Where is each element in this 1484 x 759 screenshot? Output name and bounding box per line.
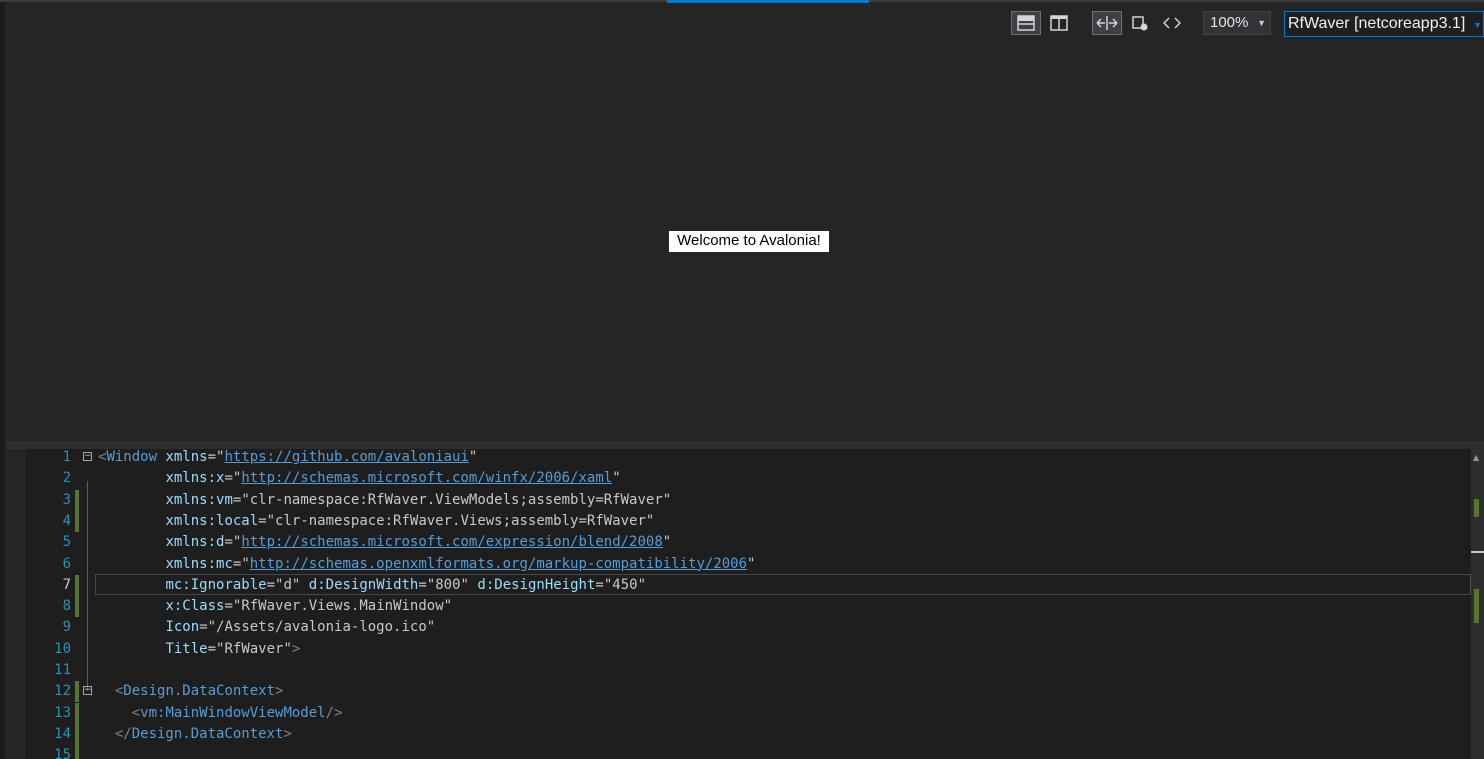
selection-button[interactable] bbox=[1125, 11, 1155, 35]
scroll-up-icon[interactable]: ▲ bbox=[1473, 453, 1479, 462]
line-number: 1 bbox=[62, 449, 71, 465]
code-text: Title="RfWaver"> bbox=[165, 640, 301, 657]
line-number: 8 bbox=[62, 598, 71, 615]
code-text: xmlns:d="http://schemas.microsoft.com/ex… bbox=[165, 534, 672, 551]
code-view-button[interactable] bbox=[1157, 11, 1187, 35]
designer-toolbar: 100% ▼ RfWaver [netcoreapp3.1] ▼ bbox=[0, 2, 1484, 42]
split-horizontal-icon bbox=[1017, 15, 1035, 31]
code-text: </Design.DataContext> bbox=[114, 725, 292, 742]
code-line[interactable]: 3 xmlns:vm="clr-namespace:RfWaver.ViewMo… bbox=[26, 489, 1471, 511]
code-editor[interactable]: 1− <Window xmlns="https://github.com/aval… bbox=[5, 449, 1484, 759]
collapse-icon[interactable]: − bbox=[83, 686, 92, 696]
project-dropdown[interactable]: RfWaver [netcoreapp3.1] ▼ bbox=[1284, 11, 1484, 37]
code-line[interactable]: 10 Title="RfWaver"> bbox=[26, 639, 1471, 660]
code-line[interactable]: 13 <vm:MainWindowViewModel/> bbox=[26, 702, 1471, 724]
code-text: xmlns:x="http://schemas.microsoft.com/wi… bbox=[165, 470, 621, 487]
code-line[interactable]: 11 bbox=[26, 660, 1471, 681]
line-number: 6 bbox=[62, 555, 71, 572]
line-number: 2 bbox=[62, 470, 71, 487]
change-marker bbox=[1474, 499, 1479, 517]
split-vertical-button[interactable] bbox=[1044, 11, 1074, 35]
split-vertical-icon bbox=[1050, 15, 1068, 31]
line-number: 3 bbox=[62, 491, 71, 508]
chevron-down-icon: ▼ bbox=[1257, 18, 1266, 28]
change-marker bbox=[75, 745, 79, 759]
code-text: x:Class="RfWaver.Views.MainWindow" bbox=[165, 598, 453, 615]
code-text: mc:Ignorable="d" d:DesignWidth="800" d:D… bbox=[165, 576, 647, 593]
change-marker bbox=[75, 596, 79, 618]
line-number: 10 bbox=[54, 640, 71, 657]
line-number: 9 bbox=[62, 619, 71, 636]
change-marker bbox=[75, 702, 79, 724]
swap-panes-button[interactable] bbox=[1092, 11, 1122, 35]
zoom-value: 100% bbox=[1210, 14, 1249, 31]
code-line[interactable]: 1 − <Window xmlns="https://github.com/aval… bbox=[26, 449, 1471, 468]
code-line[interactable]: 7 mc:Ignorable="d" d:DesignWidth="800" d… bbox=[26, 574, 1471, 596]
vertical-scrollbar[interactable]: ▲ bbox=[1471, 449, 1484, 759]
change-marker bbox=[75, 681, 79, 703]
code-text: xmlns:local="clr-namespace:RfWaver.Views… bbox=[165, 512, 655, 529]
change-marker bbox=[1474, 589, 1479, 623]
code-line[interactable]: 4 xmlns:local="clr-namespace:RfWaver.Vie… bbox=[26, 510, 1471, 532]
caret-marker bbox=[1471, 551, 1484, 553]
code-line[interactable]: 6 xmlns:mc="http://schemas.openxmlformat… bbox=[26, 554, 1471, 575]
code-line[interactable]: 2 xmlns:x="http://schemas.microsoft.com/… bbox=[26, 468, 1471, 489]
code-line[interactable]: 9 Icon="/Assets/avalonia-logo.ico" bbox=[26, 617, 1471, 638]
split-horizontal-button[interactable] bbox=[1011, 11, 1041, 35]
code-text: xmlns:vm="clr-namespace:RfWaver.ViewMode… bbox=[165, 491, 672, 508]
pane-splitter[interactable] bbox=[5, 441, 1484, 449]
code-line[interactable]: 8 x:Class="RfWaver.Views.MainWindow" bbox=[26, 596, 1471, 618]
code-line[interactable]: 5 xmlns:d="http://schemas.microsoft.com/… bbox=[26, 532, 1471, 553]
line-number: 14 bbox=[54, 725, 71, 742]
change-marker bbox=[75, 489, 79, 511]
code-text: Icon="/Assets/avalonia-logo.ico" bbox=[165, 619, 436, 636]
code-text: <Design.DataContext> bbox=[114, 683, 284, 700]
change-marker bbox=[75, 510, 79, 532]
code-line[interactable]: 12 − <Design.DataContext> bbox=[26, 681, 1471, 703]
line-number: 7 bbox=[62, 576, 71, 593]
code-line[interactable]: 15 bbox=[26, 745, 1471, 759]
line-number: 11 bbox=[54, 662, 71, 678]
line-number: 15 bbox=[54, 747, 71, 759]
zoom-dropdown[interactable]: 100% ▼ bbox=[1203, 11, 1271, 35]
selection-icon bbox=[1132, 16, 1148, 31]
project-value: RfWaver [netcoreapp3.1] bbox=[1288, 15, 1466, 32]
line-number: 13 bbox=[54, 704, 71, 721]
code-text: xmlns:mc="http://schemas.openxmlformats.… bbox=[165, 555, 756, 572]
line-number: 12 bbox=[54, 683, 71, 700]
collapse-icon[interactable]: − bbox=[83, 452, 92, 461]
code-text: <Window xmlns="https://github.com/avalon… bbox=[98, 449, 478, 465]
line-number: 4 bbox=[62, 512, 71, 529]
change-marker bbox=[75, 574, 79, 596]
chevron-down-icon: ▼ bbox=[1473, 20, 1482, 30]
line-number: 5 bbox=[62, 534, 71, 551]
code-icon bbox=[1163, 17, 1181, 29]
change-marker bbox=[75, 723, 79, 745]
code-line[interactable]: 14 </Design.DataContext> bbox=[26, 723, 1471, 745]
swap-panes-icon bbox=[1096, 16, 1118, 30]
editor-margin bbox=[5, 449, 26, 759]
preview-welcome-textblock[interactable]: Welcome to Avalonia! bbox=[669, 231, 829, 252]
code-text: <vm:MainWindowViewModel/> bbox=[131, 704, 343, 721]
